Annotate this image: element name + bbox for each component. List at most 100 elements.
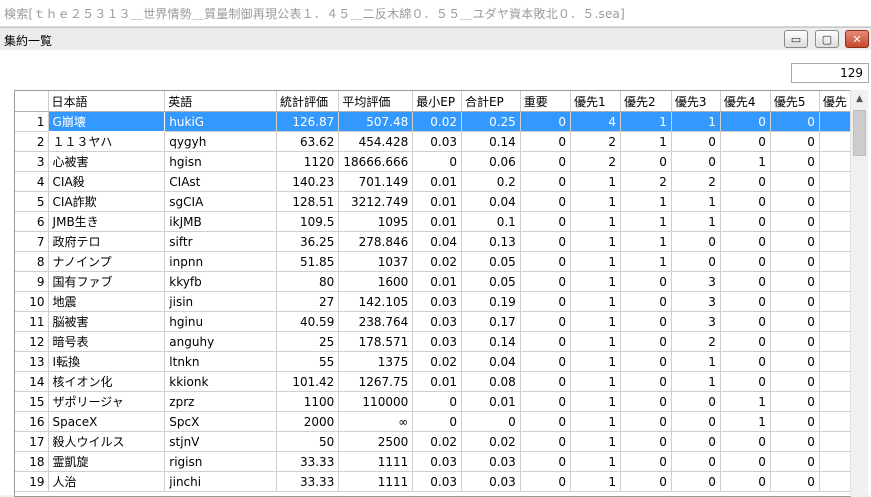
value-cell[interactable]: 0 — [520, 351, 572, 372]
value-cell[interactable]: 1 — [570, 311, 621, 332]
value-cell[interactable]: 0 — [620, 311, 672, 332]
japanese-term-cell[interactable]: 政府テロ — [48, 231, 166, 252]
value-cell[interactable]: 0.19 — [461, 291, 521, 312]
table-row[interactable]: 11 脳被害 hginu 40.59 238.764 0.03 0.17 0 1 0 3 0 0 — [15, 311, 851, 332]
table-row[interactable]: 18 霊凱旋 rigisn 33.33 1111 0.03 0.03 0 1 0 0 0 0 — [15, 451, 851, 472]
table-row[interactable]: 12 暗号表 anguhy 25 178.571 0.03 0.14 0 1 0 2 0 0 — [15, 331, 851, 352]
table-row[interactable]: 5 CIA詐欺 sgCIA 128.51 3212.749 0.01 0.04 0 1 1 1 0 0 — [15, 191, 851, 212]
value-cell[interactable]: 0 — [520, 391, 572, 412]
value-cell[interactable] — [819, 331, 851, 352]
value-cell[interactable]: 1095 — [338, 211, 414, 232]
value-cell[interactable]: 0.02 — [461, 431, 521, 452]
japanese-term-cell[interactable]: JMB生き — [48, 211, 166, 232]
english-term-cell[interactable]: kkyfb — [164, 271, 277, 292]
japanese-term-cell[interactable]: 地震 — [48, 291, 166, 312]
column-header[interactable]: 日本語 — [48, 91, 166, 112]
value-cell[interactable] — [819, 311, 851, 332]
value-cell[interactable]: 0 — [412, 391, 462, 412]
value-cell[interactable]: 1267.75 — [338, 371, 414, 392]
table-row[interactable]: 1 G崩壊 hukiG 126.87 507.48 0.02 0.25 0 4 1 1 0 0 — [15, 111, 851, 132]
table-row[interactable]: 3 心被害 hgisn 1120 18666.666 0 0.06 0 2 0 0 1 0 — [15, 151, 851, 172]
value-cell[interactable]: 0 — [770, 451, 820, 472]
value-cell[interactable]: 1111 — [338, 471, 414, 492]
value-cell[interactable]: 0.02 — [412, 351, 462, 372]
value-cell[interactable]: 1 — [620, 111, 672, 132]
value-cell[interactable]: 0.03 — [412, 331, 462, 352]
value-cell[interactable]: 0 — [770, 151, 820, 172]
value-cell[interactable] — [819, 151, 851, 172]
value-cell[interactable]: 4 — [570, 111, 621, 132]
value-cell[interactable]: 0 — [770, 231, 820, 252]
value-cell[interactable]: 0 — [620, 411, 672, 432]
value-cell[interactable]: 1 — [570, 231, 621, 252]
value-cell[interactable]: 0.06 — [461, 151, 521, 172]
table-row[interactable]: 4 CIA殺 CIAst 140.23 701.149 0.01 0.2 0 1 2 2 0 0 — [15, 171, 851, 192]
scroll-up-icon[interactable]: ▲ — [851, 90, 868, 107]
value-cell[interactable]: 0 — [520, 451, 572, 472]
value-cell[interactable]: 1 — [570, 471, 621, 492]
value-cell[interactable] — [819, 471, 851, 492]
value-cell[interactable]: 0 — [671, 431, 721, 452]
value-cell[interactable]: 2000 — [276, 411, 340, 432]
value-cell[interactable]: 0 — [520, 311, 572, 332]
table-row[interactable]: 17 殺人ウイルス stjnV 50 2500 0.02 0.02 0 1 0 0 0 0 — [15, 431, 851, 452]
value-cell[interactable]: 0 — [720, 131, 771, 152]
value-cell[interactable]: 0 — [720, 251, 771, 272]
value-cell[interactable]: 0 — [720, 191, 771, 212]
value-cell[interactable] — [819, 231, 851, 252]
column-header[interactable]: 英語 — [164, 91, 277, 112]
english-term-cell[interactable]: qygyh — [164, 131, 277, 152]
value-cell[interactable]: 0 — [770, 251, 820, 272]
value-cell[interactable] — [819, 391, 851, 412]
value-cell[interactable]: 507.48 — [338, 111, 414, 132]
japanese-term-cell[interactable]: SpaceX — [48, 411, 166, 432]
english-term-cell[interactable]: SpcX — [164, 411, 277, 432]
table-row[interactable]: 10 地震 jisin 27 142.105 0.03 0.19 0 1 0 3 0 0 — [15, 291, 851, 312]
table-row[interactable]: 8 ナノインプ inpnn 51.85 1037 0.02 0.05 0 1 1 0 0 0 — [15, 251, 851, 272]
value-cell[interactable]: 140.23 — [276, 171, 340, 192]
value-cell[interactable]: 0.04 — [461, 351, 521, 372]
english-term-cell[interactable]: hukiG — [164, 111, 277, 132]
table-row[interactable]: 15 ザポリージャ zprz 1100 110000 0 0.01 0 1 0 0 1 0 — [15, 391, 851, 412]
value-cell[interactable]: 0.02 — [412, 111, 462, 132]
value-cell[interactable] — [819, 111, 851, 132]
column-header[interactable]: 優先2 — [620, 91, 672, 112]
scrollbar-thumb[interactable] — [853, 110, 866, 156]
value-cell[interactable]: 1 — [570, 391, 621, 412]
value-cell[interactable] — [819, 191, 851, 212]
value-cell[interactable] — [819, 251, 851, 272]
value-cell[interactable]: 3212.749 — [338, 191, 414, 212]
value-cell[interactable]: 0 — [770, 111, 820, 132]
english-term-cell[interactable]: siftr — [164, 231, 277, 252]
value-cell[interactable]: 2 — [570, 151, 621, 172]
row-number-cell[interactable]: 6 — [15, 211, 49, 232]
english-term-cell[interactable]: ltnkn — [164, 351, 277, 372]
value-cell[interactable]: 0 — [720, 311, 771, 332]
value-cell[interactable]: 0 — [770, 311, 820, 332]
japanese-term-cell[interactable]: 国有ファブ — [48, 271, 166, 292]
value-cell[interactable]: 0.01 — [412, 371, 462, 392]
record-count-field[interactable]: 129 — [791, 63, 869, 83]
value-cell[interactable]: 33.33 — [276, 471, 340, 492]
value-cell[interactable]: 238.764 — [338, 311, 414, 332]
value-cell[interactable]: 0 — [720, 331, 771, 352]
row-number-cell[interactable]: 14 — [15, 371, 49, 392]
table-row[interactable]: 2 １１３ヤハ qygyh 63.62 454.428 0.03 0.14 0 2 1 0 0 0 — [15, 131, 851, 152]
value-cell[interactable]: 0 — [770, 411, 820, 432]
japanese-term-cell[interactable]: 暗号表 — [48, 331, 166, 352]
value-cell[interactable]: 0.03 — [412, 451, 462, 472]
value-cell[interactable]: 0.01 — [412, 191, 462, 212]
english-term-cell[interactable]: jinchi — [164, 471, 277, 492]
value-cell[interactable]: 40.59 — [276, 311, 340, 332]
table-row[interactable]: 13 I転換 ltnkn 55 1375 0.02 0.04 0 1 0 1 0 0 — [15, 351, 851, 372]
row-number-cell[interactable]: 13 — [15, 351, 49, 372]
value-cell[interactable]: 0 — [520, 331, 572, 352]
value-cell[interactable]: 0.01 — [461, 391, 521, 412]
value-cell[interactable]: 1 — [570, 451, 621, 472]
value-cell[interactable]: 1 — [570, 251, 621, 272]
japanese-term-cell[interactable]: ザポリージャ — [48, 391, 166, 412]
value-cell[interactable]: 0 — [671, 231, 721, 252]
value-cell[interactable]: 1 — [570, 351, 621, 372]
value-cell[interactable]: 0.13 — [461, 231, 521, 252]
value-cell[interactable]: 1 — [671, 191, 721, 212]
